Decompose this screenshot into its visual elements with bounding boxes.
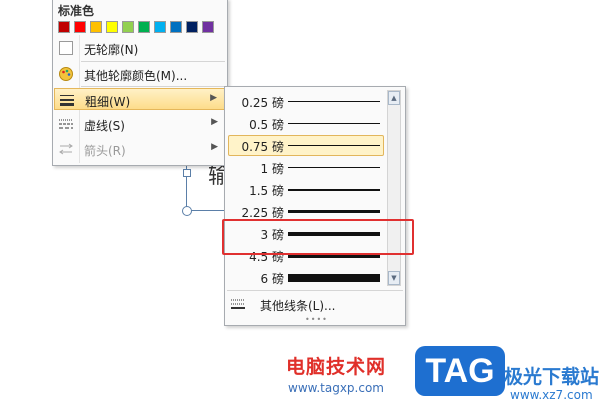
menu-item-dash[interactable]: 虚线(S) ▶ [54,113,226,135]
menu-separator [81,61,225,62]
resize-grip-icon[interactable]: •••• [305,315,328,324]
watermark-right-text: 极光下载站 [504,366,600,388]
standard-colors-title: 标准色 [58,4,95,18]
color-swatch[interactable] [170,21,182,33]
weight-line-sample [288,167,380,168]
menu-item-label: 其他轮廓颜色(M)... [84,69,188,83]
weight-option[interactable]: 0.5 磅 [228,113,384,134]
menu-item-arrows[interactable]: 箭头(R) ▶ [54,138,226,160]
watermark-right-url: www.xz7.com [510,388,593,402]
menu-item-more-outline-colors[interactable]: 其他轮廓颜色(M)... [54,63,226,85]
watermark-logo: TAG [415,346,505,396]
more-lines-label: 其他线条(L)... [260,299,336,313]
line-weight-icon [59,92,75,108]
weight-label: 1 磅 [260,162,284,176]
outline-context-menu: 标准色 无轮廓(N) 其他轮廓颜色(M)... 粗细(W) ▶ 虚线(S) ▶ … [52,0,228,166]
line-weight-submenu: 0.25 磅 0.5 磅 0.75 磅 1 磅 1.5 磅 2.25 磅 3 磅… [224,86,406,326]
menu-item-label: 无轮廓(N) [84,43,139,57]
weight-line-sample [288,123,380,124]
no-outline-box-icon [58,40,74,56]
weight-line-sample [288,210,380,213]
color-swatch[interactable] [202,21,214,33]
menu-item-no-outline[interactable]: 无轮廓(N) [54,37,226,59]
submenu-arrow-icon: ▶ [211,117,218,127]
scroll-down-icon[interactable]: ▼ [388,271,400,285]
color-swatch[interactable] [58,21,70,33]
weight-label: 6 磅 [260,272,284,286]
weight-list-scrollbar[interactable]: ▲ ▼ [387,90,401,286]
weight-label: 0.5 磅 [249,118,284,132]
dash-line-icon [58,116,74,132]
line-style-icon [230,297,246,314]
weight-line-sample [288,101,380,102]
color-swatch[interactable] [186,21,198,33]
color-swatch[interactable] [138,21,150,33]
menu-item-line-weight[interactable]: 粗细(W) ▶ [54,88,226,110]
menu-item-label: 虚线(S) [84,119,125,133]
weight-option[interactable]: 6 磅 [228,267,384,288]
weight-line-sample [288,145,380,146]
weight-label: 0.25 磅 [241,96,284,110]
menu-item-label: 箭头(R) [84,144,126,158]
more-lines-item[interactable]: 其他线条(L)... [226,293,402,315]
weight-option-selected[interactable]: 0.75 磅 [228,135,384,156]
weight-label: 0.75 磅 [241,140,284,154]
weight-line-sample [288,274,380,282]
color-swatch[interactable] [74,21,86,33]
watermark-site-url: www.tagxp.com [288,381,384,395]
menu-item-label: 粗细(W) [85,95,131,109]
color-palette-icon [58,66,74,82]
submenu-arrow-icon: ▶ [211,142,218,152]
arrow-icon [58,141,74,157]
weight-option[interactable]: 0.25 磅 [228,91,384,112]
color-swatch[interactable] [90,21,102,33]
menu-separator [81,86,225,87]
shape-handle-square[interactable] [183,169,191,177]
weight-label: 1.5 磅 [249,184,284,198]
standard-color-swatches [58,21,214,33]
menu-separator [227,290,403,291]
color-swatch[interactable] [122,21,134,33]
weight-line-sample [288,189,380,191]
submenu-arrow-icon: ▶ [210,93,217,103]
shape-handle-circle[interactable] [182,206,192,216]
scroll-up-icon[interactable]: ▲ [388,91,400,105]
color-swatch[interactable] [154,21,166,33]
color-swatch[interactable] [106,21,118,33]
watermark-site-name: 电脑技术网 [286,356,387,378]
weight-option[interactable]: 1 磅 [228,157,384,178]
highlight-annotation-box [222,219,414,255]
weight-option[interactable]: 1.5 磅 [228,179,384,200]
